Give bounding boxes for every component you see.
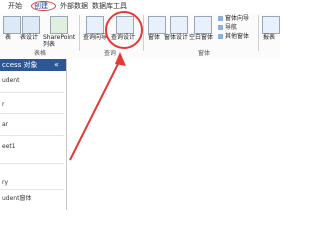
divider — [0, 113, 64, 114]
nav-list-item[interactable]: r — [2, 101, 4, 109]
more-forms-item[interactable]: 其他窗体 — [218, 33, 249, 40]
form-wizard-icon — [218, 16, 223, 21]
form-wizard-item[interactable]: 窗体向导 — [218, 15, 249, 22]
sharepoint-icon[interactable] — [50, 16, 68, 34]
navigation-pane-header[interactable]: ccess 对象 « — [0, 59, 66, 71]
nav-list-item[interactable]: eet1 — [2, 143, 16, 151]
blank-form-icon[interactable] — [194, 16, 212, 34]
navigation-pane: udent r ar eet1 ry udent窗体 — [0, 59, 67, 210]
nav-list-item[interactable]: ar — [2, 121, 8, 129]
group-label-tables: 表格 — [34, 50, 47, 57]
navigation-pane-title: ccess 对象 — [2, 61, 38, 69]
form-design-button[interactable]: 窗体设计 — [164, 34, 188, 42]
annotation-arrow — [69, 52, 126, 161]
table-icon[interactable] — [3, 16, 21, 34]
divider — [0, 189, 64, 190]
navigation-item[interactable]: 导航 — [218, 24, 237, 31]
form-icon[interactable] — [148, 16, 166, 34]
separator — [143, 15, 144, 51]
table-button[interactable]: 表 — [5, 34, 11, 42]
divider — [0, 163, 64, 164]
report-button[interactable]: 报表 — [263, 34, 275, 42]
separator — [258, 15, 259, 51]
nav-list-item[interactable]: udent窗体 — [2, 195, 31, 203]
table-design-icon[interactable] — [22, 16, 40, 34]
tab-external-data[interactable]: 外部数据 — [60, 1, 88, 12]
table-design-button[interactable]: 表设计 — [20, 34, 38, 42]
navigation-icon — [218, 25, 223, 30]
query-wizard-icon[interactable] — [86, 16, 104, 34]
form-design-icon[interactable] — [170, 16, 188, 34]
tab-home[interactable]: 开始 — [8, 1, 22, 12]
blank-form-button[interactable]: 空白窗体 — [189, 34, 213, 42]
divider — [0, 92, 64, 93]
nav-list-item[interactable]: ry — [2, 179, 8, 187]
report-icon[interactable] — [262, 16, 280, 34]
more-forms-icon — [218, 34, 223, 39]
chevron-icon[interactable]: « — [54, 60, 59, 69]
form-button[interactable]: 窗体 — [148, 34, 160, 42]
nav-list-item[interactable]: udent — [2, 77, 19, 85]
divider — [0, 135, 64, 136]
highlight-circle — [31, 1, 56, 11]
group-label-forms: 窗体 — [198, 50, 211, 57]
